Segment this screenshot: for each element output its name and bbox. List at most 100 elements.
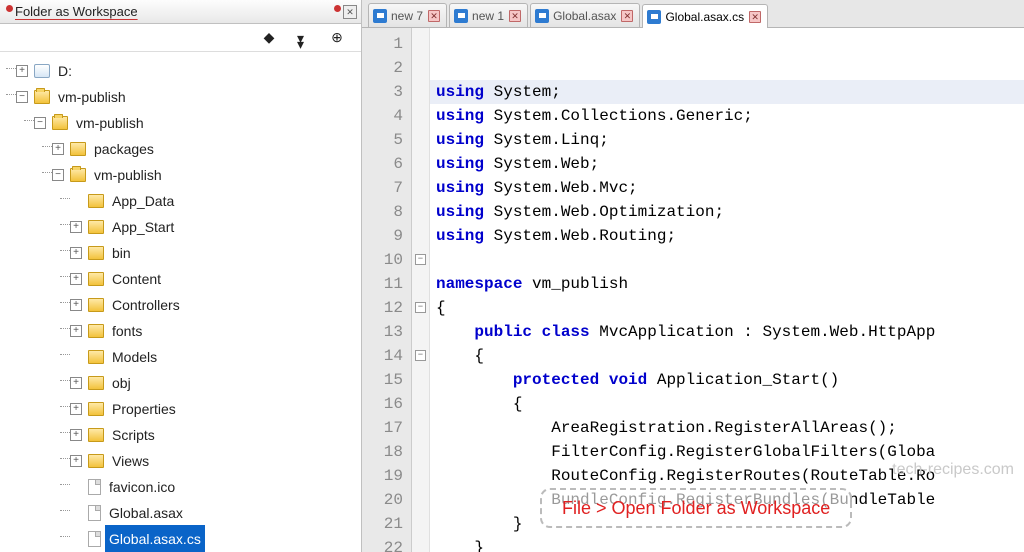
- node-label[interactable]: packages: [90, 135, 158, 163]
- fold-toggle[interactable]: −: [415, 254, 426, 265]
- expand-toggle[interactable]: +: [70, 221, 82, 233]
- code-line[interactable]: {: [436, 344, 1024, 368]
- expand-toggle[interactable]: +: [70, 455, 82, 467]
- expand-toggle[interactable]: +: [70, 273, 82, 285]
- tree-row[interactable]: + bin: [6, 240, 361, 266]
- tree-row[interactable]: − vm-publish: [6, 162, 361, 188]
- code-line[interactable]: namespace vm_publish: [436, 272, 1024, 296]
- expand-toggle[interactable]: −: [16, 91, 28, 103]
- code-line[interactable]: AreaRegistration.RegisterAllAreas();: [436, 416, 1024, 440]
- fold-cell[interactable]: −: [412, 344, 429, 368]
- code-line[interactable]: using System.Web.Mvc;: [436, 176, 1024, 200]
- collapse-icon[interactable]: ◆: [261, 30, 277, 46]
- code-line[interactable]: [436, 248, 1024, 272]
- tree-row[interactable]: − vm-publish: [6, 110, 361, 136]
- code-line[interactable]: public class MvcApplication : System.Web…: [436, 320, 1024, 344]
- code-line[interactable]: using System.Web.Routing;: [436, 224, 1024, 248]
- code-line[interactable]: {: [436, 296, 1024, 320]
- node-label[interactable]: vm-publish: [90, 161, 166, 189]
- node-label[interactable]: Global.asax: [105, 499, 187, 527]
- node-label[interactable]: obj: [108, 369, 135, 397]
- expand-toggle[interactable]: +: [70, 325, 82, 337]
- tab-close-button[interactable]: ✕: [428, 10, 440, 22]
- node-label[interactable]: vm-publish: [72, 109, 148, 137]
- expand-icon[interactable]: ▾▾: [295, 30, 311, 46]
- tree-row[interactable]: + Controllers: [6, 292, 361, 318]
- folder-icon: [88, 454, 104, 468]
- fold-cell: [412, 416, 429, 440]
- tree-row[interactable]: + App_Start: [6, 214, 361, 240]
- tree-row[interactable]: + Properties: [6, 396, 361, 422]
- expand-toggle[interactable]: +: [70, 247, 82, 259]
- tree-row[interactable]: Global.asax.cs: [6, 526, 361, 552]
- tab[interactable]: Global.asax.cs✕: [642, 4, 768, 28]
- code-line[interactable]: {: [436, 392, 1024, 416]
- tree-row[interactable]: + packages: [6, 136, 361, 162]
- panel-close-button[interactable]: ✕: [343, 5, 357, 19]
- node-label[interactable]: bin: [108, 239, 135, 267]
- node-label[interactable]: Properties: [108, 395, 180, 423]
- code-line[interactable]: }: [436, 536, 1024, 552]
- fold-column[interactable]: − − −: [412, 28, 430, 552]
- expand-toggle[interactable]: −: [34, 117, 46, 129]
- tab[interactable]: Global.asax✕: [530, 3, 640, 27]
- tab-close-button[interactable]: ✕: [509, 10, 521, 22]
- tree-row[interactable]: favicon.ico: [6, 474, 361, 500]
- fold-cell[interactable]: −: [412, 248, 429, 272]
- node-label[interactable]: Global.asax.cs: [105, 525, 205, 552]
- tab-close-button[interactable]: ✕: [621, 10, 633, 22]
- tree-row[interactable]: + fonts: [6, 318, 361, 344]
- tab[interactable]: new 7✕: [368, 3, 447, 27]
- code-area[interactable]: 12345678910111213141516171819202122 − − …: [362, 28, 1024, 552]
- tree-row[interactable]: + Scripts: [6, 422, 361, 448]
- node-label[interactable]: vm-publish: [54, 83, 130, 111]
- line-number: 21: [362, 512, 403, 536]
- file-icon: [88, 505, 101, 521]
- fold-toggle[interactable]: −: [415, 302, 426, 313]
- fold-cell[interactable]: −: [412, 296, 429, 320]
- node-label[interactable]: Controllers: [108, 291, 184, 319]
- tree-row[interactable]: + Views: [6, 448, 361, 474]
- expand-toggle[interactable]: +: [70, 377, 82, 389]
- node-label[interactable]: Content: [108, 265, 165, 293]
- fold-cell: [412, 536, 429, 552]
- tree-row[interactable]: Global.asax: [6, 500, 361, 526]
- node-label[interactable]: D:: [54, 57, 76, 85]
- tab-close-button[interactable]: ✕: [749, 11, 761, 23]
- code-text[interactable]: using System;using System.Collections.Ge…: [430, 28, 1024, 552]
- node-label[interactable]: Views: [108, 447, 153, 475]
- expand-toggle[interactable]: +: [52, 143, 64, 155]
- node-label[interactable]: favicon.ico: [105, 473, 179, 501]
- code-line[interactable]: using System.Linq;: [436, 128, 1024, 152]
- expand-toggle: [70, 481, 82, 493]
- expand-toggle[interactable]: −: [52, 169, 64, 181]
- locate-icon[interactable]: ⊕: [329, 30, 345, 46]
- node-label[interactable]: App_Data: [108, 187, 178, 215]
- tab[interactable]: new 1✕: [449, 3, 528, 27]
- node-label[interactable]: Models: [108, 343, 161, 371]
- fold-cell: [412, 392, 429, 416]
- expand-toggle[interactable]: +: [70, 429, 82, 441]
- tree-row[interactable]: App_Data: [6, 188, 361, 214]
- tree-row[interactable]: + obj: [6, 370, 361, 396]
- code-line[interactable]: protected void Application_Start(): [436, 368, 1024, 392]
- code-line[interactable]: using System;: [430, 80, 1024, 104]
- code-line[interactable]: using System.Web.Optimization;: [436, 200, 1024, 224]
- tree-row[interactable]: Models: [6, 344, 361, 370]
- code-line[interactable]: using System.Web;: [436, 152, 1024, 176]
- folder-tree[interactable]: +D:−vm-publish−vm-publish+packages−vm-pu…: [0, 52, 361, 552]
- node-label[interactable]: Scripts: [108, 421, 159, 449]
- code-line[interactable]: using System.Collections.Generic;: [436, 104, 1024, 128]
- panel-toolbar: ◆ ▾▾ ⊕: [0, 24, 361, 52]
- tree-row[interactable]: + Content: [6, 266, 361, 292]
- tree-row[interactable]: − vm-publish: [6, 84, 361, 110]
- folder-icon: [70, 168, 86, 182]
- tree-row[interactable]: + D:: [6, 58, 361, 84]
- expand-toggle[interactable]: +: [70, 403, 82, 415]
- expand-toggle[interactable]: +: [16, 65, 28, 77]
- expand-toggle[interactable]: +: [70, 299, 82, 311]
- fold-toggle[interactable]: −: [415, 350, 426, 361]
- node-label[interactable]: fonts: [108, 317, 146, 345]
- folder-icon: [88, 298, 104, 312]
- node-label[interactable]: App_Start: [108, 213, 178, 241]
